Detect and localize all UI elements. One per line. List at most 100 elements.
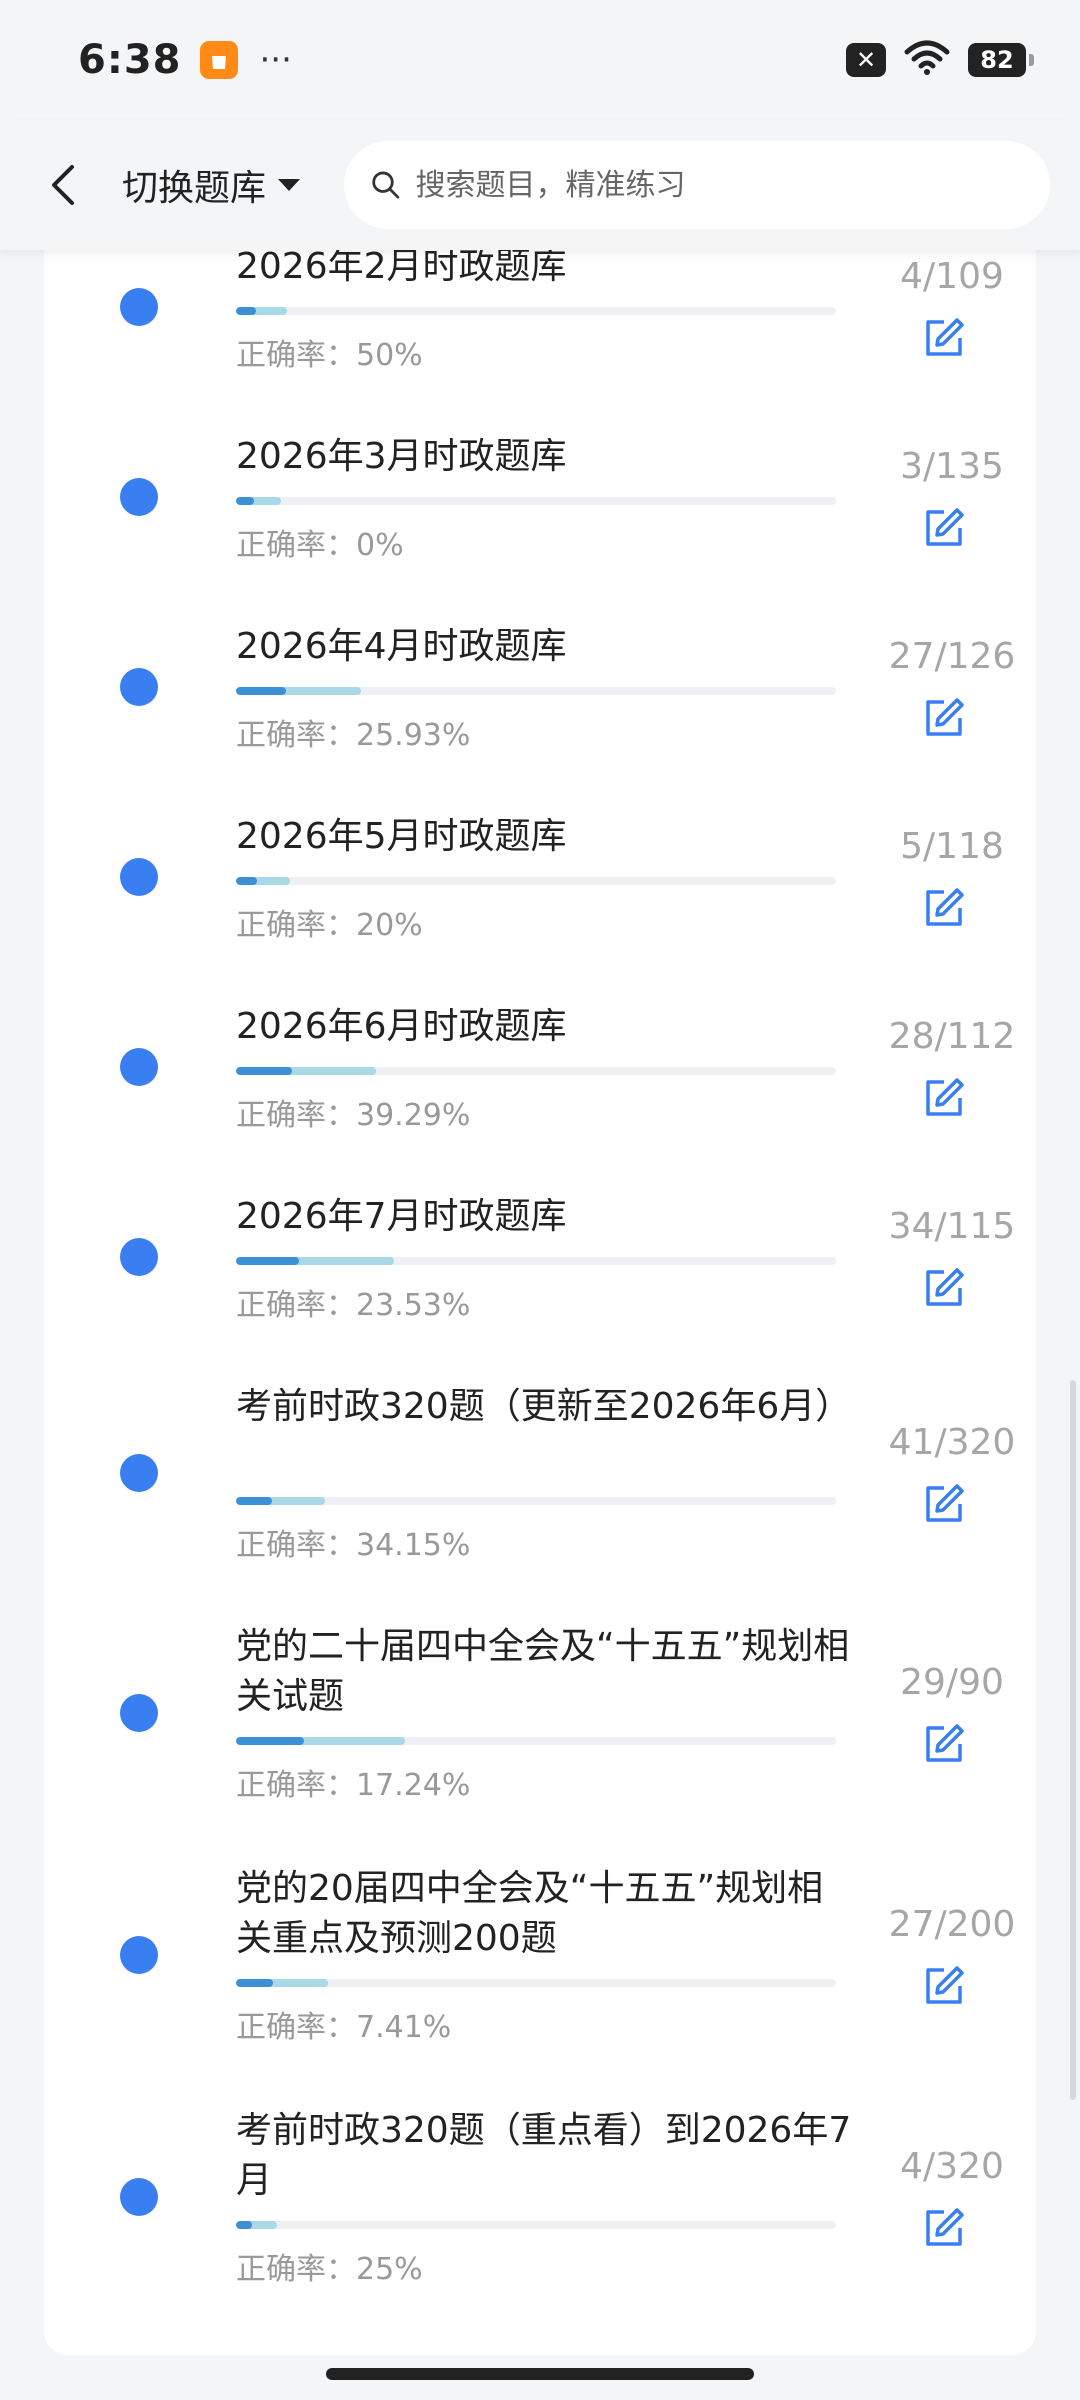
battery-level: 82 xyxy=(980,46,1014,74)
chevron-left-icon xyxy=(52,165,74,205)
edit-button[interactable] xyxy=(912,1258,976,1318)
bullet-dot xyxy=(120,858,158,896)
progress-done-fill xyxy=(236,1979,273,1987)
list-item[interactable]: 党的20届四中全会及“十五五”规划相关重点及预测200题 正确率：7.41% 2… xyxy=(44,1868,1036,2114)
list-item[interactable]: 2026年3月时政题库 正确率：0% 3/135 xyxy=(44,436,1036,630)
progress-done-fill xyxy=(236,1497,272,1505)
edit-icon xyxy=(926,698,964,736)
progress-bar xyxy=(236,1979,836,1987)
list-item[interactable]: 2026年2月时政题库 正确率：50% 4/109 xyxy=(44,250,1036,440)
item-title: 2026年7月时政题库 xyxy=(236,1196,567,1237)
mute-icon: ✕ xyxy=(846,43,886,77)
scrollbar[interactable] xyxy=(1070,1380,1076,2100)
status-time: 6:38 xyxy=(78,37,182,83)
edit-button[interactable] xyxy=(912,2198,976,2258)
progress-done-fill xyxy=(236,2221,253,2229)
progress-done-fill xyxy=(236,1257,300,1265)
switch-bank-button[interactable]: 切换题库 xyxy=(122,159,302,211)
item-title: 2026年5月时政题库 xyxy=(236,816,567,857)
edit-icon xyxy=(926,508,964,546)
edit-icon xyxy=(926,888,964,926)
edit-button[interactable] xyxy=(912,308,976,368)
progress-bar xyxy=(236,1737,836,1745)
edit-icon xyxy=(926,1724,964,1762)
progress-bar xyxy=(236,877,836,885)
edit-icon xyxy=(926,2208,964,2246)
wifi-icon xyxy=(904,40,950,80)
bullet-dot xyxy=(120,478,158,516)
item-title: 考前时政320题（重点看）到2026年7月 xyxy=(236,2110,852,2201)
edit-button[interactable] xyxy=(912,878,976,938)
accuracy-rate: 正确率：7.41% xyxy=(236,2010,452,2045)
accuracy-rate: 正确率：39.29% xyxy=(236,1098,471,1133)
bullet-dot xyxy=(120,668,158,706)
bullet-dot xyxy=(120,1048,158,1086)
question-bank-list: 2026年2月时政题库 正确率：50% 4/109 2026年3月时政题库 正确… xyxy=(44,250,1036,2355)
progress-bar xyxy=(236,687,836,695)
list-item[interactable]: 2026年7月时政题库 正确率：23.53% 34/115 xyxy=(44,1196,1036,1390)
caret-down-icon xyxy=(278,179,301,191)
progress-count: 27/200 xyxy=(888,1904,1016,1945)
accuracy-rate: 正确率：34.15% xyxy=(236,1528,471,1563)
edit-button[interactable] xyxy=(912,688,976,748)
progress-count: 29/90 xyxy=(900,1662,1004,1703)
edit-icon xyxy=(926,1966,964,2004)
edit-button[interactable] xyxy=(912,1474,976,1534)
item-title: 2026年4月时政题库 xyxy=(236,626,567,667)
progress-count: 5/118 xyxy=(900,826,1004,867)
item-title: 考前时政320题（更新至2026年6月） xyxy=(236,1386,852,1427)
edit-button[interactable] xyxy=(912,1714,976,1774)
battery-icon: 82 xyxy=(968,43,1034,77)
progress-bar xyxy=(236,307,836,315)
edit-button[interactable] xyxy=(912,498,976,558)
accuracy-rate: 正确率：23.53% xyxy=(236,1288,471,1323)
progress-count: 34/115 xyxy=(888,1206,1016,1247)
progress-bar xyxy=(236,1257,836,1265)
progress-done-fill xyxy=(236,687,286,695)
switch-bank-label: 切换题库 xyxy=(122,168,267,209)
search-input[interactable] xyxy=(413,166,1024,204)
accuracy-rate: 正确率：25% xyxy=(236,2252,423,2287)
accuracy-rate: 正确率：17.24% xyxy=(236,1768,471,1803)
accuracy-rate: 正确率：0% xyxy=(236,528,404,563)
home-indicator[interactable] xyxy=(326,2368,754,2380)
edit-icon xyxy=(926,318,964,356)
progress-done-fill xyxy=(236,307,257,315)
edit-button[interactable] xyxy=(912,1068,976,1128)
list-item[interactable]: 2026年4月时政题库 正确率：25.93% 27/126 xyxy=(44,626,1036,820)
progress-count: 28/112 xyxy=(888,1016,1016,1057)
search-icon xyxy=(372,171,400,199)
progress-done-fill xyxy=(236,1067,292,1075)
list-item[interactable]: 考前时政320题（重点看）到2026年7月 正确率：25% 4/320 xyxy=(44,2110,1036,2355)
accuracy-rate: 正确率：50% xyxy=(236,338,423,373)
accuracy-rate: 正确率：25.93% xyxy=(236,718,471,753)
more-icon: ··· xyxy=(259,40,292,80)
progress-done-fill xyxy=(236,1737,304,1745)
bullet-dot xyxy=(120,1936,158,1974)
top-header: 切换题库 xyxy=(0,120,1080,250)
bullet-dot xyxy=(120,1454,158,1492)
edit-button[interactable] xyxy=(912,1956,976,2016)
progress-done-fill xyxy=(236,497,255,505)
list-item[interactable]: 2026年6月时政题库 正确率：39.29% 28/112 xyxy=(44,1006,1036,1200)
status-right: ✕ 82 xyxy=(846,40,1034,80)
back-button[interactable] xyxy=(38,155,88,215)
progress-count: 4/320 xyxy=(900,2146,1004,2187)
search-box[interactable] xyxy=(344,141,1050,229)
list-item[interactable]: 考前时政320题（更新至2026年6月） 正确率：34.15% 41/320 xyxy=(44,1386,1036,1630)
progress-bar xyxy=(236,1497,836,1505)
shopping-bag-icon xyxy=(199,41,238,79)
bullet-dot xyxy=(120,1238,158,1276)
progress-count: 27/126 xyxy=(888,636,1016,677)
progress-bar xyxy=(236,2221,836,2229)
list-item[interactable]: 党的二十届四中全会及“十五五”规划相关试题 正确率：17.24% 29/90 xyxy=(44,1626,1036,1872)
item-title: 2026年2月时政题库 xyxy=(236,250,567,287)
bullet-dot xyxy=(120,288,158,326)
list-item[interactable]: 2026年5月时政题库 正确率：20% 5/118 xyxy=(44,816,1036,1010)
progress-count: 4/109 xyxy=(900,256,1004,297)
progress-count: 3/135 xyxy=(900,446,1004,487)
item-title: 党的20届四中全会及“十五五”规划相关重点及预测200题 xyxy=(236,1868,824,1959)
accuracy-rate: 正确率：20% xyxy=(236,908,423,943)
edit-icon xyxy=(926,1078,964,1116)
bullet-dot xyxy=(120,1694,158,1732)
